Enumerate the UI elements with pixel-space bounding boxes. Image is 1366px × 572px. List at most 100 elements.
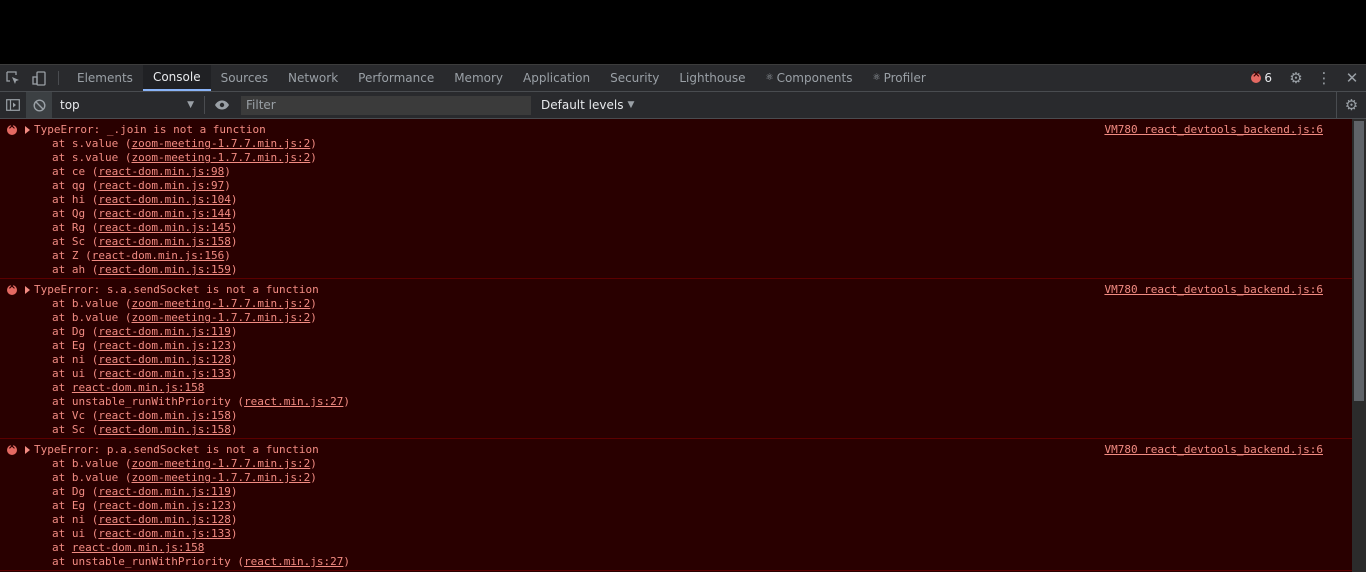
stack-frame: at Dg (react-dom.min.js:119) (0, 325, 1352, 339)
tab-network[interactable]: Network (278, 65, 348, 91)
stack-frame-function: at unstable_runWithPriority ( (52, 555, 245, 568)
stack-frame-link[interactable]: react-dom.min.js:158 (98, 235, 230, 248)
stack-frame-link[interactable]: zoom-meeting-1.7.7.min.js:2 (131, 311, 310, 324)
stack-frame: at qg (react-dom.min.js:97) (0, 179, 1352, 193)
stack-frame-link[interactable]: react-dom.min.js:119 (98, 325, 230, 338)
tab-performance[interactable]: Performance (348, 65, 444, 91)
clear-console-icon[interactable] (26, 92, 52, 118)
stack-frame-function: at s.value ( (52, 137, 132, 150)
tab-components[interactable]: ⚛ Components (756, 65, 863, 91)
stack-frame: at unstable_runWithPriority (react.min.j… (0, 395, 1352, 409)
stack-frame: at Z (react-dom.min.js:156) (0, 249, 1352, 263)
console-settings-gear-icon[interactable]: ⚙ (1336, 92, 1366, 118)
stack-frame-suffix: ) (230, 409, 238, 422)
stack-frame-link[interactable]: react-dom.min.js:158 (72, 381, 204, 394)
tab-label: Memory (454, 71, 504, 85)
tab-label: Elements (77, 71, 133, 85)
stack-frame-link[interactable]: react-dom.min.js:145 (98, 221, 230, 234)
settings-gear-icon[interactable]: ⚙ (1282, 65, 1310, 91)
stack-frame-function: at hi ( (52, 193, 99, 206)
stack-frame-link[interactable]: react-dom.min.js:104 (98, 193, 230, 206)
stack-frame-link[interactable]: react-dom.min.js:128 (98, 353, 230, 366)
device-toolbar-icon[interactable] (26, 65, 52, 91)
stack-frame-link[interactable]: react-dom.min.js:159 (98, 263, 230, 276)
stack-frame-link[interactable]: react-dom.min.js:158 (72, 541, 204, 554)
tab-elements[interactable]: Elements (67, 65, 143, 91)
tab-lighthouse[interactable]: Lighthouse (669, 65, 755, 91)
stack-frame-suffix: ) (310, 311, 317, 324)
stack-frame: at hi (react-dom.min.js:104) (0, 193, 1352, 207)
log-levels-label: Default levels (541, 98, 624, 112)
stack-frame-link[interactable]: react.min.js:27 (244, 395, 343, 408)
stack-frame-suffix: ) (230, 193, 238, 206)
stack-frame-suffix: ) (224, 249, 231, 262)
stack-frame-link[interactable]: react-dom.min.js:156 (92, 249, 224, 262)
stack-frame-function: at Vc ( (52, 409, 99, 422)
stack-frame: at Sc (react-dom.min.js:158) (0, 235, 1352, 249)
stack-frame: at Dg (react-dom.min.js:119) (0, 485, 1352, 499)
stack-frame-link[interactable]: react.min.js:27 (244, 555, 343, 568)
stack-frame-link[interactable]: zoom-meeting-1.7.7.min.js:2 (131, 151, 310, 164)
panel-tabs: Elements Console Sources Network Performance… (67, 65, 936, 91)
stack-frame-suffix: ) (230, 423, 238, 436)
live-expression-eye-icon[interactable] (209, 92, 235, 118)
tab-profiler[interactable]: ⚛ Profiler (863, 65, 936, 91)
show-sidebar-icon[interactable] (0, 92, 26, 118)
stack-frame-suffix: ) (310, 137, 317, 150)
scrollbar-thumb[interactable] (1354, 121, 1364, 401)
stack-frame-link[interactable]: react-dom.min.js:133 (98, 367, 230, 380)
stack-frame-link[interactable]: react-dom.min.js:123 (98, 339, 230, 352)
console-scrollbar[interactable] (1352, 119, 1366, 572)
tab-application[interactable]: Application (513, 65, 600, 91)
dropdown-arrow-icon: ▼ (627, 100, 635, 110)
tab-memory[interactable]: Memory (444, 65, 513, 91)
stack-frame-link[interactable]: react-dom.min.js:158 (98, 423, 230, 436)
tab-label: Components (776, 71, 853, 85)
expand-triangle-icon[interactable] (25, 446, 30, 454)
stack-frame-function: at (52, 541, 72, 554)
stack-frame: at ui (react-dom.min.js:133) (0, 367, 1352, 381)
stack-frame-link[interactable]: zoom-meeting-1.7.7.min.js:2 (131, 137, 310, 150)
stack-frame: at Vc (react-dom.min.js:158) (0, 409, 1352, 423)
stack-frame-link[interactable]: react-dom.min.js:133 (98, 527, 230, 540)
close-icon[interactable]: ✕ (1338, 65, 1366, 91)
expand-triangle-icon[interactable] (25, 286, 30, 294)
message-source-link[interactable]: VM780 react_devtools_backend.js:6 (1104, 123, 1323, 137)
tab-console[interactable]: Console (142, 65, 211, 91)
context-selector[interactable]: top ▼ (60, 95, 200, 115)
stack-frame-link[interactable]: react-dom.min.js:98 (98, 165, 224, 178)
stack-frame-link[interactable]: zoom-meeting-1.7.7.min.js:2 (131, 457, 310, 470)
stack-frame: at Eg (react-dom.min.js:123) (0, 499, 1352, 513)
error-count-badge[interactable]: 6 (1243, 65, 1282, 91)
stack-frame-link[interactable]: react-dom.min.js:119 (98, 485, 230, 498)
stack-frame-link[interactable]: zoom-meeting-1.7.7.min.js:2 (131, 471, 310, 484)
page-content-area (0, 0, 1366, 64)
message-source-link[interactable]: VM780 react_devtools_backend.js:6 (1104, 443, 1323, 457)
tab-sources[interactable]: Sources (211, 65, 278, 91)
stack-frame-link[interactable]: react-dom.min.js:158 (98, 409, 230, 422)
tabbar-right-controls: 6 ⚙ ⋮ ✕ (1243, 65, 1366, 91)
filter-input[interactable] (241, 95, 531, 115)
stack-frame-function: at ui ( (52, 527, 99, 540)
error-icon (7, 121, 17, 135)
react-icon: ⚛ (765, 73, 774, 83)
stack-frame-function: at Sc ( (52, 423, 99, 436)
stack-frame: at b.value (zoom-meeting-1.7.7.min.js:2) (0, 311, 1352, 325)
more-options-icon[interactable]: ⋮ (1310, 65, 1338, 91)
tab-security[interactable]: Security (600, 65, 669, 91)
expand-triangle-icon[interactable] (25, 126, 30, 134)
stack-frame-suffix: ) (224, 179, 231, 192)
stack-frame: at unstable_runWithPriority (react.min.j… (0, 555, 1352, 569)
stack-frame: at ui (react-dom.min.js:133) (0, 527, 1352, 541)
stack-frame-link[interactable]: react-dom.min.js:123 (98, 499, 230, 512)
log-levels-dropdown[interactable]: Default levels ▼ (541, 98, 634, 112)
tab-label: Console (152, 70, 201, 84)
stack-frame-function: at Qg ( (52, 207, 99, 220)
stack-frame-link[interactable]: react-dom.min.js:128 (98, 513, 230, 526)
stack-frame-link[interactable]: react-dom.min.js:144 (98, 207, 230, 220)
stack-frame-function: at qg ( (52, 179, 99, 192)
stack-frame-link[interactable]: zoom-meeting-1.7.7.min.js:2 (131, 297, 310, 310)
stack-frame-link[interactable]: react-dom.min.js:97 (98, 179, 224, 192)
message-source-link[interactable]: VM780 react_devtools_backend.js:6 (1104, 283, 1323, 297)
inspect-element-icon[interactable] (0, 65, 26, 91)
